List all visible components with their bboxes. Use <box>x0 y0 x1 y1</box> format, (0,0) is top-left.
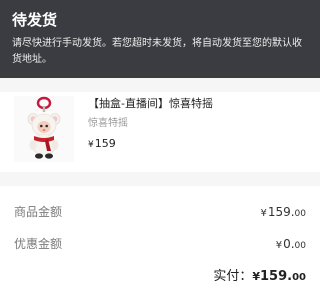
discount-amount-int: 0. <box>283 237 295 251</box>
paid-amount-label: 实付： <box>213 269 253 284</box>
paid-amount-row: 实付：¥159.00 <box>213 268 306 287</box>
goods-amount-value: ¥159.00 <box>260 204 306 222</box>
order-status-description: 请尽快进行手动发货。若您超时未发货，将自动发货至您的默认收货地址。 <box>12 38 302 65</box>
currency-symbol: ¥ <box>88 140 94 150</box>
amount-summary: 商品金额 ¥159.00 优惠金额 ¥0.00 实付：¥159.00 <box>0 186 320 306</box>
product-spec: 惊喜特摇 <box>88 118 128 129</box>
order-status-banner: 待发货 请尽快进行手动发货。若您超时未发货，将自动发货至您的默认收货地址。 <box>0 0 320 78</box>
goods-amount-int: 159. <box>267 205 295 219</box>
currency-symbol: ¥ <box>252 270 260 283</box>
currency-symbol: ¥ <box>260 208 267 219</box>
discount-amount-value: ¥0.00 <box>276 236 306 254</box>
product-price: ¥159 <box>88 137 116 152</box>
order-status-title: 待发货 <box>12 11 58 29</box>
paid-amount-dec: 00 <box>292 272 306 283</box>
currency-symbol: ¥ <box>275 240 283 251</box>
product-card[interactable]: 【抽盒-直播间】惊喜特摇 惊喜特摇 ¥159 <box>0 92 320 172</box>
paid-amount-int: 159. <box>260 269 293 284</box>
product-price-value: 159 <box>94 137 116 150</box>
plush-doll-icon <box>27 96 61 159</box>
goods-amount-label: 商品金额 <box>14 205 63 219</box>
plush-doll-charm-image[interactable] <box>14 96 74 162</box>
order-detail-page: 待发货 请尽快进行手动发货。若您超时未发货，将自动发货至您的默认收货地址。 【抽… <box>0 0 320 306</box>
goods-amount-dec: 00 <box>294 209 306 219</box>
discount-amount-dec: 00 <box>294 241 306 251</box>
paid-amount-value: ¥159.00 <box>252 269 306 284</box>
product-name[interactable]: 【抽盒-直播间】惊喜特摇 <box>88 97 213 111</box>
discount-amount-label: 优惠金额 <box>14 237 63 251</box>
